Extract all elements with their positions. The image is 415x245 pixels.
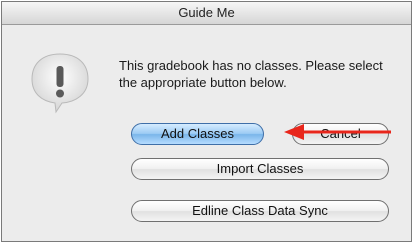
guide-me-dialog: Guide Me This gradebook has no classes. … <box>1 1 412 242</box>
exclamation-icon <box>28 50 92 114</box>
cancel-button[interactable]: Cancel <box>292 123 389 145</box>
alert-message: This gradebook has no classes. Please se… <box>119 58 383 90</box>
add-classes-button[interactable]: Add Classes <box>131 123 264 145</box>
window-title: Guide Me <box>2 2 411 25</box>
edline-class-data-sync-button[interactable]: Edline Class Data Sync <box>131 200 389 222</box>
import-classes-button[interactable]: Import Classes <box>131 158 389 180</box>
